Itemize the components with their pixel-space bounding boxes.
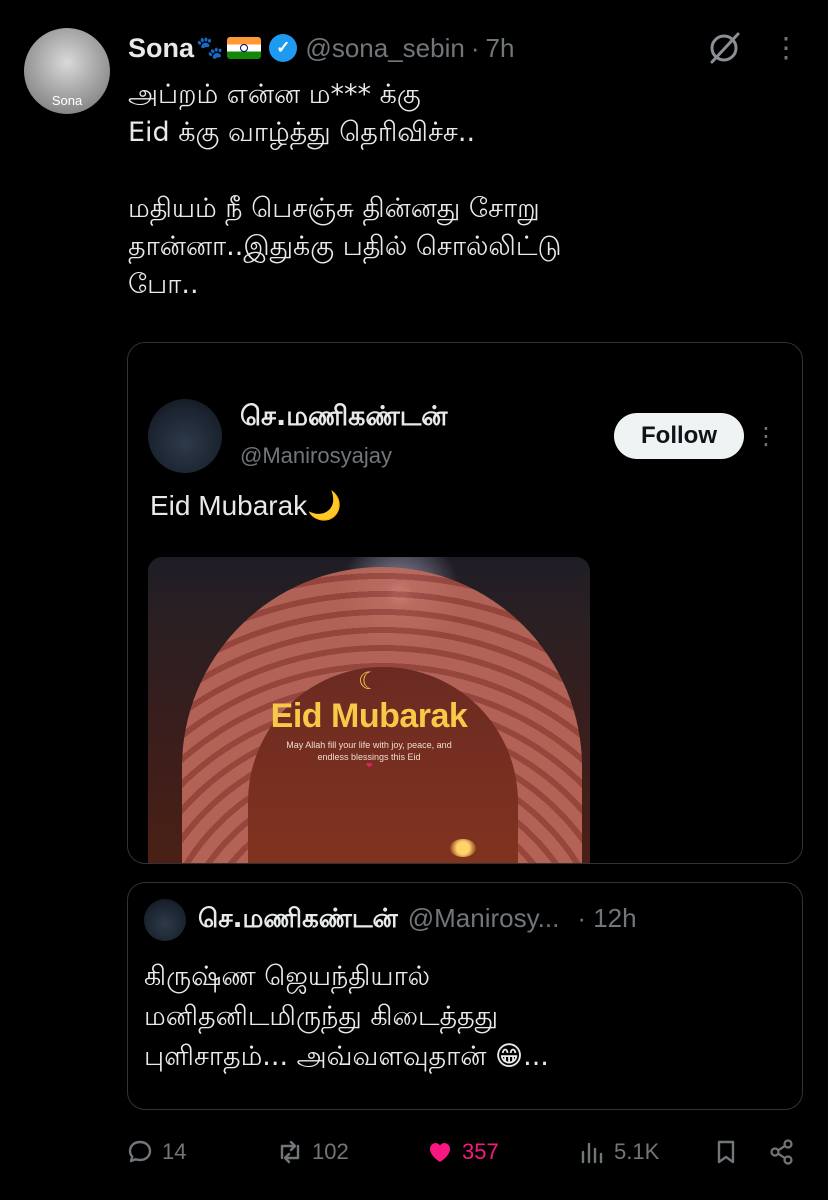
media-subtitle: May Allah fill your life with joy, peace… [286,740,452,762]
more-options-icon[interactable]: ⋮ [772,34,800,62]
repost-button[interactable]: 102 [276,1130,349,1174]
views-button[interactable]: 5.1K [578,1130,659,1174]
bookmark-button[interactable] [712,1130,740,1174]
nested-quote-header: செ.மணிகண்டன் @Manirosy... · 12h [198,903,788,937]
heart-icon [430,1143,450,1162]
nested-author-handle[interactable]: @Manirosy... [408,903,560,934]
repost-count: 102 [312,1139,349,1164]
share-icon [770,1139,793,1165]
bookmark-icon [717,1140,735,1164]
crescent-moon-emoji: 🌙 [307,490,343,521]
author-display-name[interactable]: Sona [128,33,194,64]
repost-icon [280,1140,300,1164]
grok-icon[interactable] [706,30,742,66]
avatar-label: Sona [51,93,83,108]
media-title: Eid Mubarak [270,697,468,735]
action-bar: 14 102 357 5.1K [126,1130,806,1174]
like-button[interactable]: 357 [426,1130,499,1174]
quoted-text-body: Eid Mubarak [150,490,308,521]
quoted-tweet-card[interactable]: செ.மணிகண்டன் @Manirosyajay Follow ⋮ Eid … [127,342,803,864]
reply-count: 14 [162,1139,187,1164]
verified-badge-icon[interactable]: ✓ [269,34,298,62]
lamp-icon [450,839,476,857]
quoted-author-avatar[interactable] [148,399,222,473]
follow-button[interactable]: Follow [614,413,744,459]
tweet-header: Sona 🐾 ✓ @sona_sebin · 7h [128,30,514,66]
paw-emoji: 🐾 [196,35,224,60]
views-icon [581,1142,603,1164]
like-count: 357 [462,1139,499,1164]
tweet: Sona Sona 🐾 ✓ @sona_sebin · 7h ⋮ அப்றம் … [0,0,828,1200]
tweet-time[interactable]: 7h [485,33,514,64]
reply-icon [128,1140,152,1163]
nested-author-name[interactable]: செ.மணிகண்டன் [198,904,398,937]
quoted-media-image[interactable]: ☾ Eid Mubarak May Allah fill your life w… [148,557,590,863]
media-crescent-icon: ☾ [358,667,380,695]
nested-quote-text: கிருஷ்ண ஜெயந்தியால் மனிதனிடமிருந்து கிடை… [144,961,549,1072]
nested-quote-time[interactable]: · 12h [577,903,636,934]
nested-author-avatar[interactable] [144,899,186,941]
india-flag-icon [227,37,262,59]
share-button[interactable] [768,1130,796,1174]
quoted-text: Eid Mubarak🌙 [150,489,342,522]
author-avatar[interactable]: Sona [24,28,110,114]
media-heart-icon: ❤ [366,761,373,770]
separator-dot: · [470,32,480,63]
views-count: 5.1K [614,1139,660,1164]
nested-quoted-tweet[interactable]: செ.மணிகண்டன் @Manirosy... · 12h கிருஷ்ண … [127,882,803,1110]
tweet-text: அப்றம் என்ன ம*** க்கு Eid க்கு வாழ்த்து … [128,79,562,300]
author-handle[interactable]: @sona_sebin [305,33,464,64]
quoted-more-icon[interactable]: ⋮ [754,421,778,451]
quoted-author-name[interactable]: செ.மணிகண்டன் [240,401,447,436]
reply-button[interactable]: 14 [126,1130,186,1174]
quoted-author-handle[interactable]: @Manirosyajay [240,443,392,469]
